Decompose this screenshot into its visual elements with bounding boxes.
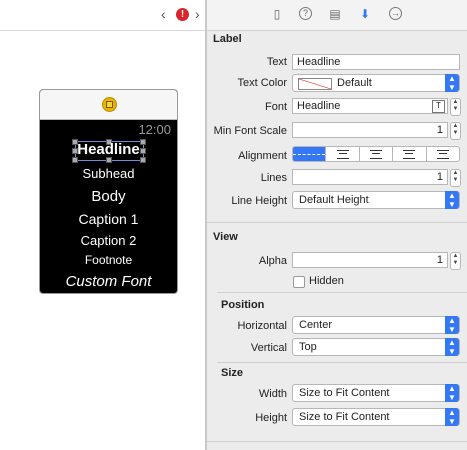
horizontal-value: Center xyxy=(299,319,333,331)
headline-label[interactable]: Headline xyxy=(40,141,177,158)
line-height-value: Default Height xyxy=(299,194,369,206)
alignment-label: Alignment xyxy=(238,150,287,162)
align-left-icon xyxy=(336,149,349,159)
storyboard-canvas[interactable]: ‹ ! › 12:00 Headline Subhead Body Captio… xyxy=(0,0,205,450)
watch-interface-controller[interactable]: 12:00 Headline Subhead Body Caption 1 Ca… xyxy=(39,89,178,294)
font-label: Font xyxy=(264,101,287,113)
view-section-title: View xyxy=(213,231,238,243)
color-swatch xyxy=(298,78,332,90)
font-field[interactable]: Headline T xyxy=(292,98,448,114)
height-value: Size to Fit Content xyxy=(299,411,390,423)
min-font-scale-field[interactable]: 1 xyxy=(292,122,448,138)
inspector-tabs: ▯ ? ▤ ⬇ → xyxy=(207,0,467,31)
vertical-popup[interactable]: Top ▲ ▼ xyxy=(292,338,460,356)
horizontal-popup[interactable]: Center ▲ ▼ xyxy=(292,316,460,334)
font-size-stepper[interactable]: ▲ ▼ xyxy=(450,98,461,116)
text-label: Text xyxy=(266,56,287,68)
align-center-icon xyxy=(370,149,383,159)
quick-help-icon[interactable]: ? xyxy=(299,7,312,20)
align-justified-segment[interactable] xyxy=(425,147,459,161)
size-section-title: Size xyxy=(221,367,244,379)
file-inspector-icon[interactable]: ▯ xyxy=(270,7,284,21)
watch-screen: 12:00 Headline Subhead Body Caption 1 Ca… xyxy=(40,120,177,293)
caption1-label[interactable]: Caption 1 xyxy=(40,211,177,227)
body-label[interactable]: Body xyxy=(40,188,177,205)
align-right-segment[interactable] xyxy=(392,147,425,161)
align-justified-icon xyxy=(436,149,449,159)
popup-arrows-icon: ▲ ▼ xyxy=(445,74,459,92)
align-right-icon xyxy=(403,149,416,159)
subhead-label[interactable]: Subhead xyxy=(40,166,177,181)
identity-inspector-icon[interactable]: ▤ xyxy=(328,7,342,21)
align-left-segment[interactable] xyxy=(325,147,358,161)
position-section-title: Position xyxy=(221,299,265,311)
section-divider xyxy=(207,222,467,223)
line-height-popup[interactable]: Default Height ▲ ▼ xyxy=(292,191,460,209)
text-color-label: Text Color xyxy=(237,77,287,89)
text-field[interactable]: Headline xyxy=(292,54,460,70)
footnote-label[interactable]: Footnote xyxy=(40,253,177,267)
label-section-title: Label xyxy=(213,33,242,45)
width-label: Width xyxy=(258,388,287,400)
watch-clock: 12:00 xyxy=(138,122,171,137)
lines-stepper[interactable]: ▲ ▼ xyxy=(450,169,461,187)
text-color-popup[interactable]: Default ▲ ▼ xyxy=(292,74,460,92)
canvas-nav-bar: ‹ ! › xyxy=(0,0,205,31)
height-popup[interactable]: Size to Fit Content ▲ ▼ xyxy=(292,408,460,426)
vertical-value: Top xyxy=(299,341,317,353)
font-picker-icon[interactable]: T xyxy=(432,100,445,113)
popup-arrows-icon: ▲ ▼ xyxy=(445,316,459,334)
section-divider xyxy=(217,362,467,363)
min-font-scale-stepper[interactable]: ▲ ▼ xyxy=(450,122,461,140)
line-height-label: Line Height xyxy=(231,195,287,207)
back-chevron-icon[interactable]: ‹ xyxy=(161,6,166,22)
attributes-inspector-icon[interactable]: ⬇ xyxy=(358,7,372,21)
text-color-value: Default xyxy=(337,77,372,89)
alignment-segmented-control[interactable] xyxy=(292,146,460,162)
align-natural-segment[interactable] xyxy=(293,147,326,161)
custom-font-label[interactable]: Custom Font xyxy=(40,273,177,290)
align-center-segment[interactable] xyxy=(358,147,392,161)
width-value: Size to Fit Content xyxy=(299,387,390,399)
section-divider xyxy=(217,292,467,293)
hidden-label: Hidden xyxy=(309,275,344,287)
attributes-inspector: ▯ ? ▤ ⬇ → Label Text Headline Text Color… xyxy=(207,0,467,450)
popup-arrows-icon: ▲ ▼ xyxy=(445,338,459,356)
alpha-field[interactable]: 1 xyxy=(292,252,448,268)
popup-arrows-icon: ▲ ▼ xyxy=(445,408,459,426)
align-natural-icon xyxy=(293,153,326,155)
connections-inspector-icon[interactable]: → xyxy=(389,7,402,20)
width-popup[interactable]: Size to Fit Content ▲ ▼ xyxy=(292,384,460,402)
caption2-label[interactable]: Caption 2 xyxy=(40,233,177,248)
min-font-scale-label: Min Font Scale xyxy=(213,125,287,137)
interface-controller-icon[interactable] xyxy=(102,97,117,112)
section-divider xyxy=(207,441,467,442)
vertical-label: Vertical xyxy=(250,342,287,354)
height-label: Height xyxy=(255,412,287,424)
font-value: Headline xyxy=(297,100,341,112)
lines-label: Lines xyxy=(260,172,287,184)
forward-chevron-icon[interactable]: › xyxy=(195,6,200,22)
popup-arrows-icon: ▲ ▼ xyxy=(445,191,459,209)
popup-arrows-icon: ▲ ▼ xyxy=(445,384,459,402)
alpha-label: Alpha xyxy=(258,255,287,267)
hidden-checkbox[interactable] xyxy=(293,276,305,288)
alpha-stepper[interactable]: ▲ ▼ xyxy=(450,252,461,270)
watch-scene-header xyxy=(40,90,177,120)
lines-field[interactable]: 1 xyxy=(292,169,448,185)
horizontal-label: Horizontal xyxy=(237,320,287,332)
warning-icon[interactable]: ! xyxy=(176,8,189,21)
